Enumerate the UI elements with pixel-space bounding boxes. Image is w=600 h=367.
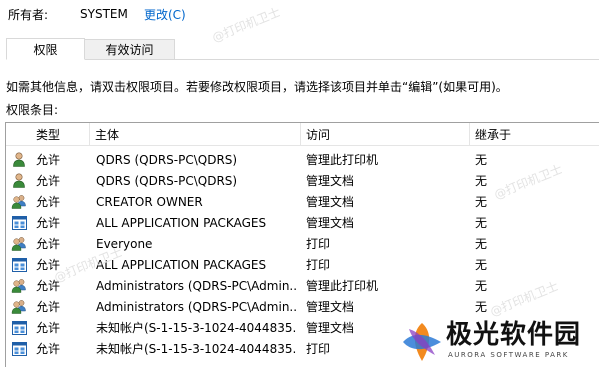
tab-permissions[interactable]: 权限	[6, 38, 85, 60]
app-package-icon	[10, 254, 28, 275]
row-principal: CREATOR OWNER	[96, 194, 203, 209]
row-principal: QDRS (QDRS-PC\QDRS)	[96, 173, 238, 188]
table-row[interactable]: 允许 Everyone 打印 无	[6, 233, 599, 254]
row-type: 允许	[36, 195, 61, 209]
app-package-icon	[10, 338, 28, 359]
row-type: 允许	[36, 279, 61, 293]
row-principal: Administrators (QDRS-PC\Admin...	[96, 299, 296, 314]
row-access: 管理文档	[306, 321, 355, 335]
table-row[interactable]: 允许 QDRS (QDRS-PC\QDRS) 管理此打印机 无	[6, 149, 599, 170]
row-inherited-from: 无	[475, 216, 488, 230]
column-header-type[interactable]: 类型	[31, 123, 90, 146]
app-package-icon	[10, 317, 28, 338]
row-access: 管理文档	[306, 174, 355, 188]
row-inherited-from: 无	[475, 195, 488, 209]
row-access: 管理文档	[306, 216, 355, 230]
row-type: 允许	[36, 321, 61, 335]
row-access: 打印	[306, 342, 331, 356]
row-principal: 未知帐户(S-1-15-3-1024-4044835...	[96, 342, 296, 356]
row-access: 管理文档	[306, 195, 355, 209]
tab-effective-access-label: 有效访问	[105, 43, 154, 57]
aurora-logo-icon	[403, 323, 441, 361]
row-type: 允许	[36, 174, 61, 188]
column-header-principal[interactable]: 主体	[90, 123, 301, 146]
row-inherited-from: 无	[475, 300, 488, 314]
tab-effective-access[interactable]: 有效访问	[85, 39, 175, 60]
table-row[interactable]: 允许 ALL APPLICATION PACKAGES 打印 无	[6, 254, 599, 275]
group-icon	[10, 233, 28, 254]
table-row[interactable]: 允许 Administrators (QDRS-PC\Admin... 管理此打印机…	[6, 275, 599, 296]
row-inherited-from: 无	[475, 174, 488, 188]
table-row[interactable]: 允许 ALL APPLICATION PACKAGES 管理文档 无	[6, 212, 599, 233]
row-type: 允许	[36, 342, 61, 356]
row-type: 允许	[36, 300, 61, 314]
change-owner-link[interactable]: 更改(C)	[144, 6, 186, 23]
permission-entries-label: 权限条目:	[6, 103, 59, 117]
row-type: 允许	[36, 258, 61, 272]
row-access: 打印	[306, 237, 331, 251]
group-icon	[10, 275, 28, 296]
tab-strip: 权限 有效访问	[6, 38, 599, 60]
column-header-inherited-from[interactable]: 继承于	[470, 123, 599, 146]
app-package-icon	[10, 212, 28, 233]
brand-subtitle: AURORA SOFTWARE PARK	[448, 351, 569, 359]
brand-name: 极光软件园	[446, 320, 582, 350]
user-icon	[10, 149, 28, 170]
row-access: 管理此打印机	[306, 153, 379, 167]
row-access: 管理文档	[306, 300, 355, 314]
row-access: 打印	[306, 258, 331, 272]
row-type: 允许	[36, 153, 61, 167]
row-principal: ALL APPLICATION PACKAGES	[96, 257, 267, 272]
table-row[interactable]: 允许 CREATOR OWNER 管理文档 无	[6, 191, 599, 212]
row-type: 允许	[36, 216, 61, 230]
row-inherited-from: 无	[475, 279, 488, 293]
group-icon	[10, 296, 28, 317]
row-principal: Everyone	[96, 236, 153, 251]
column-header-access[interactable]: 访问	[301, 123, 470, 146]
brand-logo: 极光软件园 AURORA SOFTWARE PARK	[400, 318, 596, 366]
row-principal: Administrators (QDRS-PC\Admin...	[96, 278, 296, 293]
row-inherited-from: 无	[475, 153, 488, 167]
user-icon	[10, 170, 28, 191]
info-text: 如需其他信息，请双击权限项目。若要修改权限项目，请选择该项目并单击“编辑”(如果…	[6, 80, 508, 94]
owner-row: 所有者: SYSTEM 更改(C)	[8, 6, 186, 22]
row-principal: 未知帐户(S-1-15-3-1024-4044835...	[96, 321, 296, 335]
list-header: 类型 主体 访问 继承于	[6, 123, 599, 146]
table-row[interactable]: 允许 Administrators (QDRS-PC\Admin... 管理文档 无	[6, 296, 599, 317]
owner-label: 所有者:	[8, 7, 49, 22]
row-type: 允许	[36, 237, 61, 251]
row-principal: ALL APPLICATION PACKAGES	[96, 215, 267, 230]
row-inherited-from: 无	[475, 237, 488, 251]
row-principal: QDRS (QDRS-PC\QDRS)	[96, 152, 238, 167]
owner-value: SYSTEM	[80, 7, 128, 21]
group-icon	[10, 191, 28, 212]
tab-permissions-label: 权限	[33, 42, 58, 57]
table-row[interactable]: 允许 QDRS (QDRS-PC\QDRS) 管理文档 无	[6, 170, 599, 191]
row-access: 管理此打印机	[306, 279, 379, 293]
row-inherited-from: 无	[475, 258, 488, 272]
